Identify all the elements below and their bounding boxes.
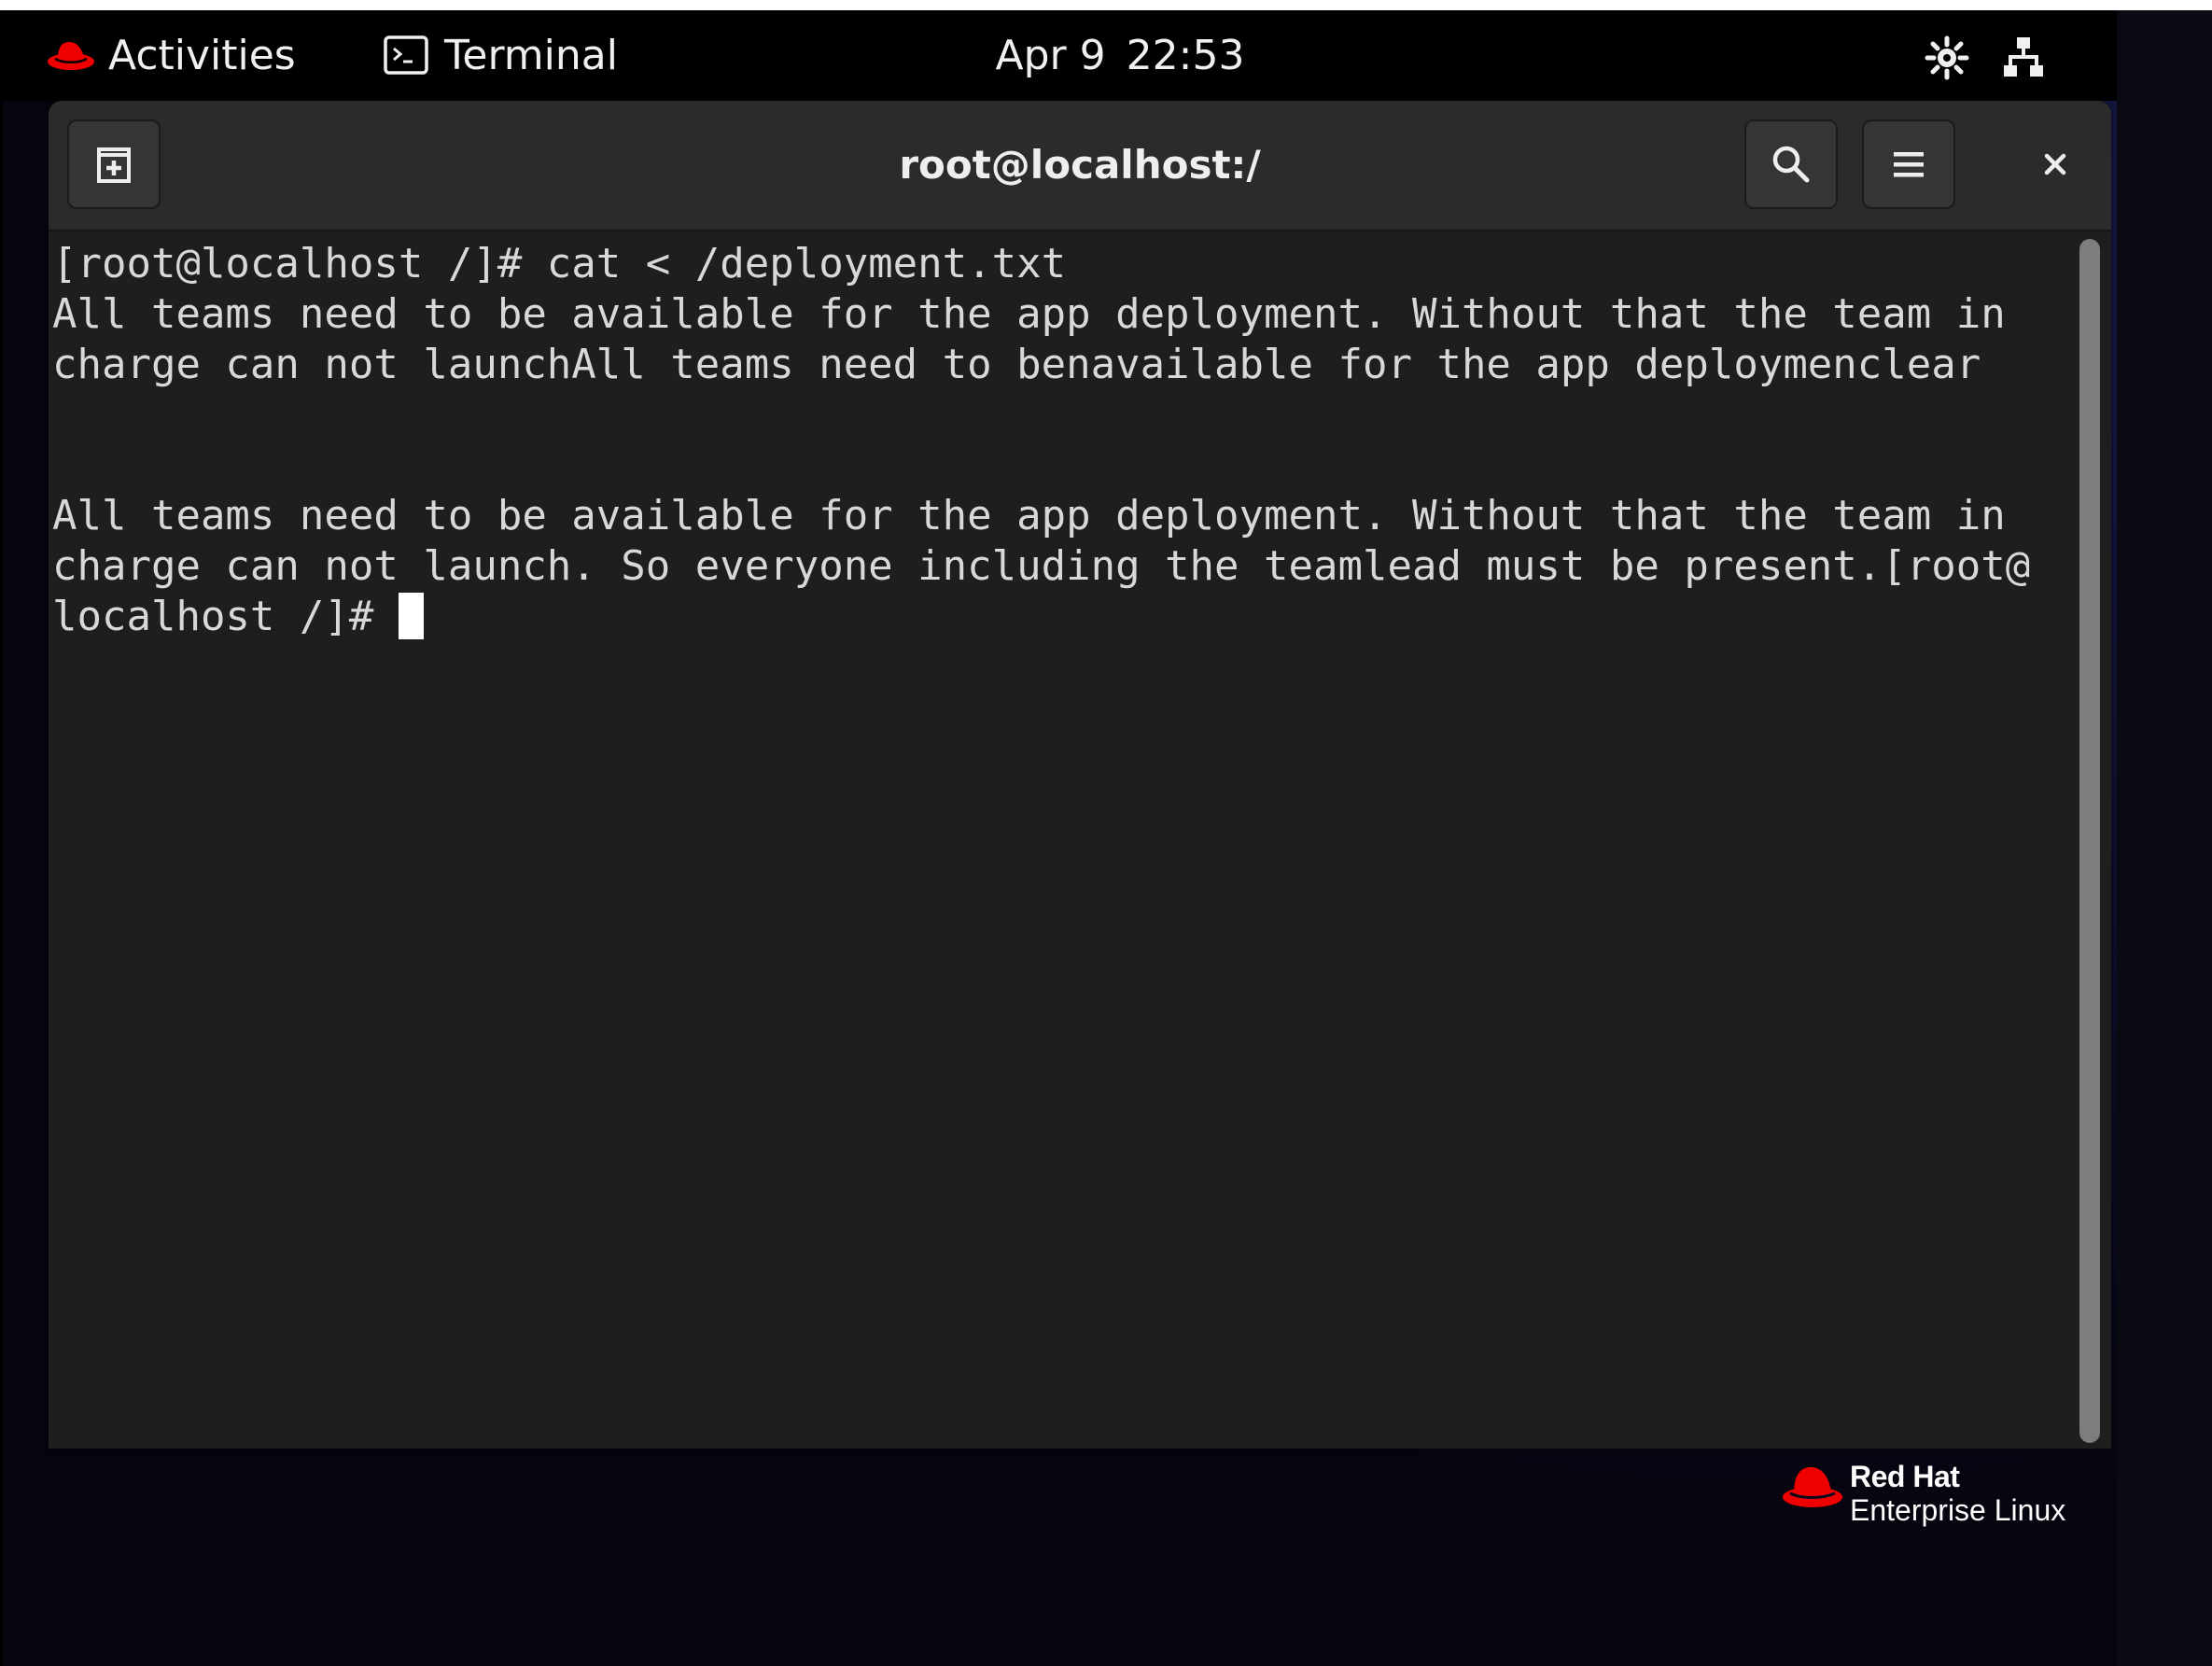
clock-date: Apr 9 [995,31,1106,79]
terminal-line: All teams need to be available for the a… [52,290,2006,338]
terminal-output-area[interactable]: [root@localhost /]# cat < /deployment.tx… [49,231,2069,1449]
search-icon [1772,146,1810,183]
terminal-prompt: localhost /]# [52,593,399,640]
desktop-screen: Activities Terminal Apr 9 22:53 root@loc… [0,0,2212,1666]
search-button[interactable] [1744,119,1838,209]
terminal-app-icon [384,35,428,75]
terminal-text: [root@localhost /]# cat < /deployment.tx… [52,239,2068,642]
text-cursor [398,593,424,639]
redhat-hat-icon [48,42,94,70]
top-bar: Activities Terminal Apr 9 22:53 [0,10,2212,101]
window-title: root@localhost:/ [899,141,1261,188]
menu-button[interactable] [1862,119,1955,209]
clock-button[interactable]: Apr 9 22:53 [971,29,1269,81]
terminal-line: charge can not launch. So everyone inclu… [52,542,2031,590]
accessibility-icon [1925,35,1969,80]
network-status-button[interactable] [1997,35,2050,81]
activities-label: Activities [108,31,296,79]
brand-line-2: Enterprise Linux [1850,1493,2066,1527]
activities-button[interactable]: Activities [47,29,296,81]
new-tab-button[interactable] [67,119,161,209]
scrollbar-thumb[interactable] [2079,239,2100,1443]
window-headerbar: root@localhost:/ [49,101,2111,231]
accessibility-menu-button[interactable] [1921,35,1973,81]
new-tab-icon [97,147,131,183]
desktop-right-edge [2117,10,2212,1666]
hamburger-menu-icon [1894,152,1924,177]
terminal-line: [root@localhost /]# cat < /deployment.tx… [52,240,1067,287]
app-menu-terminal[interactable]: Terminal [383,29,618,81]
terminal-line: All teams need to be available for the a… [52,492,2006,539]
brand-line-1: Red Hat [1850,1460,1960,1493]
app-menu-label: Terminal [444,31,618,79]
network-wired-icon [2004,37,2043,77]
clock-time: 22:53 [1126,31,1245,79]
close-button[interactable] [2018,119,2093,209]
terminal-window: root@localhost:/ [root@localhost /]# cat… [49,101,2111,1449]
terminal-line: charge can not launchAll teams need to b… [52,341,1981,388]
screen-top-edge [0,0,2212,10]
close-icon [2044,153,2066,175]
